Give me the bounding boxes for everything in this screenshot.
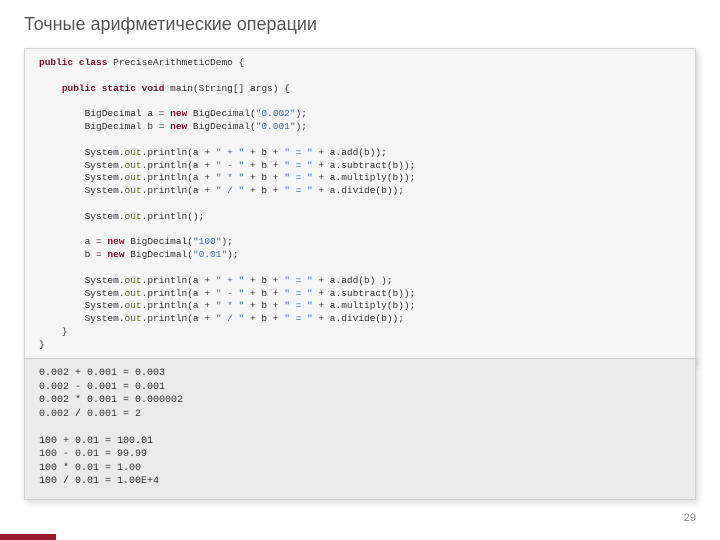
kw: new xyxy=(107,249,124,260)
str: " = " xyxy=(284,288,313,299)
txt: + b + xyxy=(244,313,284,324)
txt: + a.divide(b)); xyxy=(313,313,404,324)
fld: out xyxy=(125,300,142,311)
txt: } xyxy=(39,339,45,350)
txt: a = xyxy=(39,236,107,247)
txt: + b + xyxy=(244,172,284,183)
txt: BigDecimal a = xyxy=(39,108,170,119)
txt: + b + xyxy=(244,300,284,311)
out-line: 100 / 0.01 = 1.00E+4 xyxy=(39,476,159,487)
out-line: 0.002 - 0.001 = 0.001 xyxy=(39,382,165,393)
str: " * " xyxy=(216,172,245,183)
txt: main(String[] args) { xyxy=(164,83,289,94)
out-line: 0.002 * 0.001 = 0.000002 xyxy=(39,395,183,406)
txt: + a.add(b)); xyxy=(313,147,387,158)
txt: + b + xyxy=(244,160,284,171)
fld: out xyxy=(125,160,142,171)
txt: BigDecimal( xyxy=(187,121,255,132)
txt: ); xyxy=(221,236,232,247)
txt: + a.multiply(b)); xyxy=(313,172,416,183)
fld: out xyxy=(125,313,142,324)
str: " = " xyxy=(284,313,313,324)
out-line: 100 + 0.01 = 100.01 xyxy=(39,436,153,447)
out-line: 100 * 0.01 = 1.00 xyxy=(39,463,141,474)
txt: System. xyxy=(39,160,125,171)
txt: .println(a + xyxy=(142,275,216,286)
txt: b = xyxy=(39,249,107,260)
txt: BigDecimal( xyxy=(125,249,193,260)
fld: out xyxy=(125,275,142,286)
str: " + " xyxy=(216,147,245,158)
page-number: 29 xyxy=(684,512,696,524)
fld: out xyxy=(125,147,142,158)
str: "0.01" xyxy=(193,249,227,260)
txt: System. xyxy=(39,172,125,183)
txt: .println(a + xyxy=(142,160,216,171)
txt: + a.divide(b)); xyxy=(313,185,404,196)
footer-accent-bar xyxy=(0,534,56,540)
output-block: 0.002 + 0.001 = 0.003 0.002 - 0.001 = 0.… xyxy=(24,358,696,500)
txt: ); xyxy=(296,108,307,119)
txt: System. xyxy=(39,300,125,311)
str: " * " xyxy=(216,300,245,311)
str: " = " xyxy=(284,172,313,183)
txt: + b + xyxy=(244,288,284,299)
out-line: 0.002 + 0.001 = 0.003 xyxy=(39,368,165,379)
slide-title: Точные арифметические операции xyxy=(24,14,317,35)
txt: System. xyxy=(39,313,125,324)
txt: System. xyxy=(39,211,125,222)
fld: out xyxy=(125,211,142,222)
str: "0.002" xyxy=(256,108,296,119)
code-block: public class PreciseArithmeticDemo { pub… xyxy=(24,48,696,363)
txt: ); xyxy=(296,121,307,132)
str: "0.001" xyxy=(256,121,296,132)
txt: System. xyxy=(39,288,125,299)
txt: } xyxy=(39,326,68,337)
kw: public static void xyxy=(62,83,165,94)
kw: new xyxy=(170,108,187,119)
txt: .println(a + xyxy=(142,300,216,311)
txt: + a.subtract(b)); xyxy=(313,160,416,171)
fld: out xyxy=(125,172,142,183)
txt: + b + xyxy=(244,147,284,158)
kw: new xyxy=(170,121,187,132)
slide: Точные арифметические операции public cl… xyxy=(0,0,720,540)
txt: BigDecimal b = xyxy=(39,121,170,132)
out-line: 100 - 0.01 = 99.99 xyxy=(39,449,147,460)
txt: + a.multiply(b)); xyxy=(313,300,416,311)
txt: System. xyxy=(39,185,125,196)
txt: + a.add(b) ); xyxy=(313,275,393,286)
fld: out xyxy=(125,288,142,299)
str: " = " xyxy=(284,160,313,171)
str: " = " xyxy=(284,275,313,286)
str: " = " xyxy=(284,185,313,196)
txt: BigDecimal( xyxy=(125,236,193,247)
fld: out xyxy=(125,185,142,196)
str: " / " xyxy=(216,185,245,196)
txt: System. xyxy=(39,275,125,286)
txt: .println(a + xyxy=(142,172,216,183)
str: "100" xyxy=(193,236,222,247)
txt: .println(a + xyxy=(142,313,216,324)
txt: .println(a + xyxy=(142,288,216,299)
out-line: 0.002 / 0.001 = 2 xyxy=(39,409,141,420)
txt: ); xyxy=(227,249,238,260)
str: " = " xyxy=(284,300,313,311)
txt: BigDecimal( xyxy=(187,108,255,119)
txt: + a.subtract(b)); xyxy=(313,288,416,299)
txt: + b + xyxy=(244,185,284,196)
txt: .println(a + xyxy=(142,147,216,158)
str: " - " xyxy=(216,288,245,299)
kw: new xyxy=(107,236,124,247)
txt: PreciseArithmeticDemo { xyxy=(107,57,244,68)
str: " / " xyxy=(216,313,245,324)
str: " = " xyxy=(284,147,313,158)
txt: .println(); xyxy=(142,211,205,222)
str: " - " xyxy=(216,160,245,171)
txt: + b + xyxy=(244,275,284,286)
kw: public class xyxy=(39,57,107,68)
txt: System. xyxy=(39,147,125,158)
str: " + " xyxy=(216,275,245,286)
txt: .println(a + xyxy=(142,185,216,196)
